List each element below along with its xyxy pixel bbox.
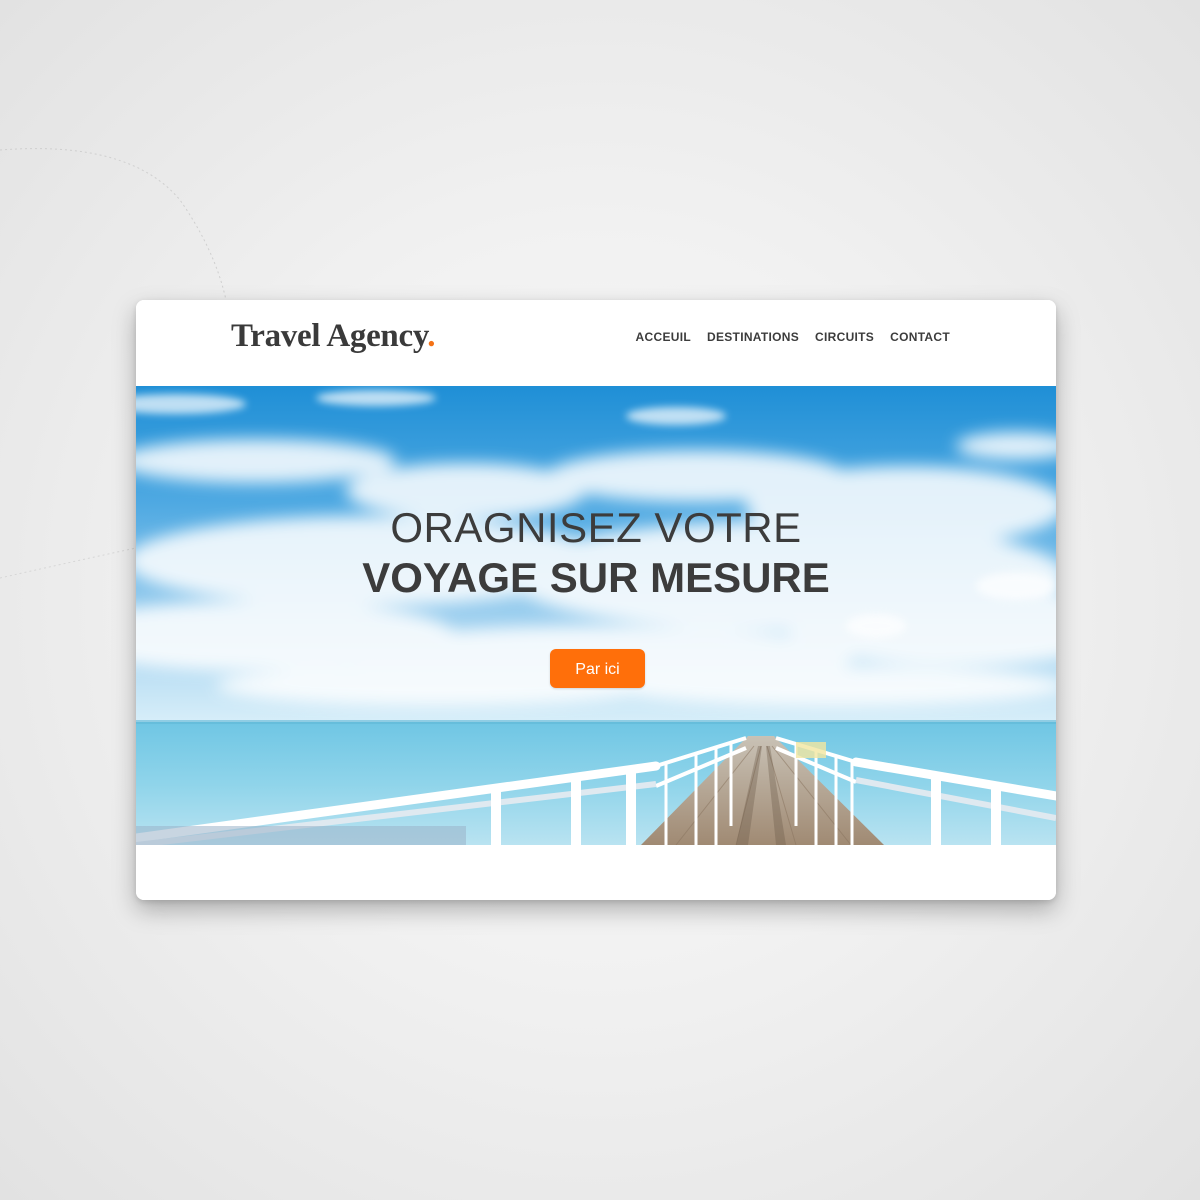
- site-header: Travel Agency. ACCEUIL DESTINATIONS CIRC…: [136, 300, 1056, 386]
- hero-heading-line-2: VOYAGE SUR MESURE: [362, 554, 830, 601]
- nav-link-acceuil[interactable]: ACCEUIL: [636, 330, 691, 344]
- hero-pier-image: [136, 386, 1056, 845]
- hero-heading: ORAGNISEZ VOTRE VOYAGE SUR MESURE: [136, 504, 1056, 604]
- logo-text: Travel Agency: [231, 318, 428, 354]
- par-ici-button[interactable]: Par ici: [550, 649, 645, 688]
- logo-dot: .: [427, 318, 436, 354]
- website-preview-card: Travel Agency. ACCEUIL DESTINATIONS CIRC…: [136, 300, 1056, 900]
- main-nav: ACCEUIL DESTINATIONS CIRCUITS CONTACT: [636, 330, 950, 344]
- site-logo[interactable]: Travel Agency.: [231, 318, 435, 355]
- page-bottom-area: [136, 845, 1056, 900]
- hero-heading-line-1: ORAGNISEZ VOTRE: [390, 504, 802, 551]
- nav-link-circuits[interactable]: CIRCUITS: [815, 330, 874, 344]
- nav-link-destinations[interactable]: DESTINATIONS: [707, 330, 799, 344]
- nav-link-contact[interactable]: CONTACT: [890, 330, 950, 344]
- hero-section: ORAGNISEZ VOTRE VOYAGE SUR MESURE Par ic…: [136, 386, 1056, 845]
